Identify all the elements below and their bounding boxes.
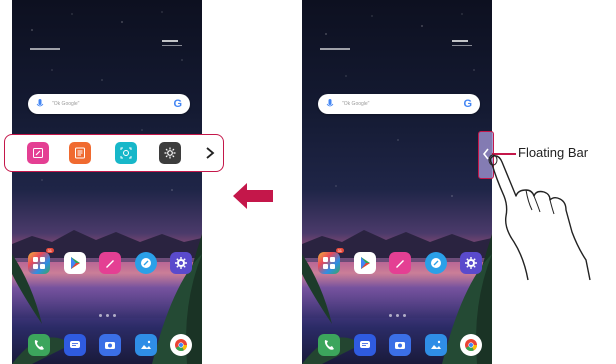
dock-camera[interactable]	[99, 334, 121, 356]
dock-phone[interactable]	[28, 334, 50, 356]
dock-camera[interactable]	[389, 334, 411, 356]
folder-grid-icon	[323, 257, 335, 269]
search-placeholder: "Ok Google"	[342, 101, 370, 107]
dock-gallery[interactable]	[134, 334, 157, 356]
play-store-icon	[70, 257, 80, 269]
phone-icon	[324, 340, 334, 350]
left-arrow-icon	[233, 183, 273, 209]
pen-icon	[396, 260, 404, 268]
play-store-icon	[360, 257, 370, 269]
message-icon	[359, 341, 370, 348]
chrome-icon	[175, 339, 187, 352]
dock-row	[28, 334, 192, 356]
folder-badge: 31	[335, 248, 344, 253]
dock-messages[interactable]	[353, 334, 376, 356]
app-play-store[interactable]	[63, 252, 86, 274]
folder-grid-icon	[33, 257, 45, 269]
app-settings[interactable]	[170, 252, 192, 274]
google-g-icon: G	[173, 98, 182, 110]
app-drawing[interactable]	[389, 252, 411, 274]
google-search-bar[interactable]: "Ok Google" G	[318, 94, 480, 114]
floating-bar-item-list[interactable]	[69, 142, 91, 164]
gear-icon	[175, 257, 187, 269]
floating-bar-item-capture[interactable]	[115, 142, 137, 164]
app-compass[interactable]	[424, 252, 447, 274]
hand-pointer-icon	[488, 154, 591, 281]
list-icon	[75, 147, 85, 159]
page-indicator	[12, 314, 202, 317]
floating-bar-item-pen[interactable]	[27, 142, 49, 164]
google-search-bar[interactable]: "Ok Google" G	[28, 94, 190, 114]
capture-icon	[120, 147, 132, 159]
home-app-row: 31	[318, 248, 482, 274]
camera-icon	[105, 342, 115, 349]
weather-widget	[320, 48, 350, 50]
pen-icon	[106, 260, 114, 268]
left-phone-screen: "Ok Google" G 31	[12, 0, 202, 364]
search-placeholder: "Ok Google"	[52, 101, 80, 107]
dock-phone[interactable]	[318, 334, 340, 356]
floating-bar-expanded[interactable]	[4, 134, 224, 172]
dock-chrome[interactable]	[460, 334, 482, 356]
gallery-icon	[140, 340, 151, 349]
app-drawing[interactable]	[99, 252, 121, 274]
compass-icon	[430, 258, 441, 268]
app-folder[interactable]: 31	[28, 248, 54, 274]
pen-icon	[33, 148, 43, 158]
clock-widget	[452, 40, 472, 46]
compass-icon	[140, 258, 151, 268]
gallery-icon	[430, 340, 441, 349]
clock-widget	[162, 40, 182, 46]
floating-bar-item-settings[interactable]	[159, 142, 181, 164]
chrome-icon	[465, 339, 477, 352]
dock-messages[interactable]	[63, 334, 86, 356]
settings-icon	[164, 147, 176, 159]
camera-icon	[395, 342, 405, 349]
app-play-store[interactable]	[353, 252, 376, 274]
app-compass[interactable]	[134, 252, 157, 274]
dock-row	[318, 334, 482, 356]
chevron-right-icon[interactable]	[204, 146, 216, 160]
mic-icon[interactable]	[36, 99, 44, 109]
gear-icon	[465, 257, 477, 269]
right-phone-screen: "Ok Google" G 31	[302, 0, 492, 364]
home-app-row: 31	[28, 248, 192, 274]
app-settings[interactable]	[460, 252, 482, 274]
app-folder[interactable]: 31	[318, 248, 344, 274]
dock-gallery[interactable]	[424, 334, 447, 356]
message-icon	[69, 341, 80, 348]
folder-badge: 31	[45, 248, 54, 253]
page-indicator	[302, 314, 492, 317]
dock-chrome[interactable]	[170, 334, 192, 356]
weather-widget	[30, 48, 60, 50]
mic-icon[interactable]	[326, 99, 334, 109]
phone-icon	[34, 340, 44, 350]
google-g-icon: G	[463, 98, 472, 110]
